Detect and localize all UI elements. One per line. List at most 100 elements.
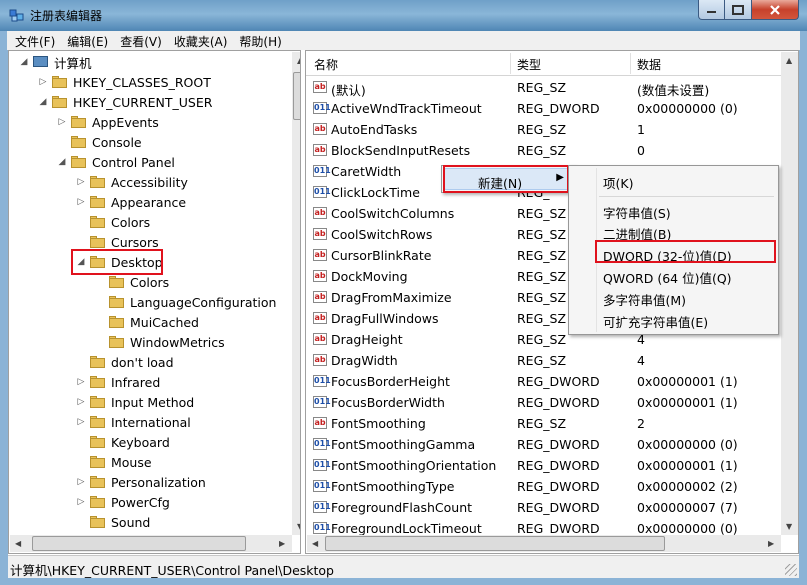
tree-node-colors[interactable]: Colors bbox=[76, 212, 152, 232]
list-header: 名称 类型 数据 bbox=[306, 51, 781, 76]
tree-node-keyboard[interactable]: Keyboard bbox=[76, 432, 172, 452]
scroll-left-icon[interactable]: ◀ bbox=[15, 539, 21, 548]
column-header-type[interactable]: 类型 bbox=[517, 56, 541, 73]
key-tree-pane[interactable]: ◢ 计算机 ▷ HKEY_CLASSES_ROOT ◢ HKEY_CURRENT… bbox=[8, 50, 301, 554]
table-row[interactable]: ab DragWidth REG_SZ 4 bbox=[306, 350, 781, 371]
list-horizontal-scrollbar[interactable]: ◀ ▶ bbox=[307, 535, 781, 552]
cell-type: REG_SZ bbox=[517, 311, 567, 326]
table-row[interactable]: ab BlockSendInputResets REG_SZ 0 bbox=[306, 140, 781, 161]
collapse-icon[interactable]: ◢ bbox=[38, 97, 48, 107]
tree-node-languageconfiguration[interactable]: LanguageConfiguration bbox=[95, 292, 278, 312]
menu-help[interactable]: 帮助(H) bbox=[233, 31, 287, 50]
expand-icon[interactable]: ▷ bbox=[76, 497, 86, 507]
menu-favorites[interactable]: 收藏夹(A) bbox=[168, 31, 234, 50]
column-header-data[interactable]: 数据 bbox=[637, 56, 661, 73]
expand-icon[interactable]: ▷ bbox=[76, 397, 86, 407]
cell-data: 0x00000007 (7) bbox=[637, 500, 738, 515]
folder-icon bbox=[90, 196, 105, 208]
expand-icon[interactable]: ▷ bbox=[76, 177, 86, 187]
cell-data: 0x00000000 (0) bbox=[637, 437, 738, 452]
tree-node-dont-load[interactable]: don't load bbox=[76, 352, 176, 372]
scroll-down-icon[interactable]: ▼ bbox=[297, 522, 300, 531]
tree-node-sound[interactable]: Sound bbox=[76, 512, 152, 532]
collapse-icon[interactable]: ◢ bbox=[57, 157, 67, 167]
scroll-right-icon[interactable]: ▶ bbox=[768, 539, 774, 548]
table-row[interactable]: 011 FontSmoothingType REG_DWORD 0x00000002 … bbox=[306, 476, 781, 497]
scroll-up-icon[interactable]: ▲ bbox=[786, 56, 792, 65]
tree-node-appearance[interactable]: ▷ Appearance bbox=[76, 192, 188, 212]
table-row[interactable]: 011 FontSmoothingOrientation REG_DWORD 0x00… bbox=[306, 455, 781, 476]
title-bar[interactable]: 注册表编辑器 bbox=[0, 0, 807, 31]
scroll-thumb[interactable] bbox=[325, 536, 665, 551]
tree-node-personalization[interactable]: ▷ Personalization bbox=[76, 472, 208, 492]
expand-icon[interactable]: ▷ bbox=[76, 377, 86, 387]
menu-file[interactable]: 文件(F) bbox=[9, 31, 61, 50]
maximize-icon bbox=[732, 4, 744, 15]
maximize-button[interactable] bbox=[725, 0, 752, 20]
cell-name: (默认) bbox=[331, 83, 366, 98]
expand-icon[interactable]: ▷ bbox=[76, 477, 86, 487]
tree-vertical-scrollbar[interactable]: ▲ ▼ bbox=[292, 52, 300, 535]
menu-view[interactable]: 查看(V) bbox=[114, 31, 168, 50]
table-row[interactable]: 011 ForegroundFlashCount REG_DWORD 0x000000… bbox=[306, 497, 781, 518]
scroll-down-icon[interactable]: ▼ bbox=[786, 522, 792, 531]
expand-icon[interactable]: ▷ bbox=[76, 417, 86, 427]
column-header-name[interactable]: 名称 bbox=[314, 56, 338, 73]
scroll-up-icon[interactable]: ▲ bbox=[297, 56, 300, 65]
tree-node-muicached[interactable]: MuiCached bbox=[95, 312, 201, 332]
scroll-right-icon[interactable]: ▶ bbox=[279, 539, 285, 548]
tree-node-hkcu[interactable]: ◢ HKEY_CURRENT_USER bbox=[38, 92, 214, 112]
scroll-left-icon[interactable]: ◀ bbox=[312, 539, 318, 548]
scroll-thumb[interactable] bbox=[293, 72, 300, 120]
cell-name: DragWidth bbox=[331, 353, 398, 368]
tree-node-powercfg[interactable]: ▷ PowerCfg bbox=[76, 492, 172, 512]
cell-type: REG_DWORD bbox=[517, 395, 600, 410]
table-row[interactable]: ab (默认) REG_SZ (数值未设置) bbox=[306, 77, 781, 98]
tree-node-windowmetrics[interactable]: WindowMetrics bbox=[95, 332, 227, 352]
tree-node-infrared[interactable]: ▷ Infrared bbox=[76, 372, 162, 392]
table-row[interactable]: ab AutoEndTasks REG_SZ 1 bbox=[306, 119, 781, 140]
minimize-button[interactable] bbox=[698, 0, 725, 20]
table-row[interactable]: ab FontSmoothing REG_SZ 2 bbox=[306, 413, 781, 434]
tree-node-console[interactable]: Console bbox=[57, 132, 144, 152]
dword-highlight-box bbox=[595, 240, 776, 263]
expand-icon[interactable]: ▷ bbox=[38, 77, 48, 87]
table-row[interactable]: 011 FocusBorderWidth REG_DWORD 0x00000001 (… bbox=[306, 392, 781, 413]
status-bar: 计算机\HKEY_CURRENT_USER\Control Panel\Desk… bbox=[8, 555, 799, 578]
string-value-icon: ab bbox=[313, 312, 327, 324]
tree-node-control-panel[interactable]: ◢ Control Panel bbox=[57, 152, 177, 172]
scroll-thumb[interactable] bbox=[32, 536, 246, 551]
list-vertical-scrollbar[interactable]: ▲ ▼ bbox=[781, 52, 798, 535]
expand-icon[interactable]: ▷ bbox=[57, 117, 67, 127]
cell-name: FontSmoothingOrientation bbox=[331, 458, 497, 473]
tree-node-hkcr[interactable]: ▷ HKEY_CLASSES_ROOT bbox=[38, 72, 213, 92]
menu-edit[interactable]: 编辑(E) bbox=[61, 31, 114, 50]
menu-item-key[interactable]: 项(K) bbox=[571, 170, 776, 191]
binary-value-icon: 011 bbox=[313, 480, 331, 492]
folder-icon bbox=[109, 336, 124, 348]
tree-node-international[interactable]: ▷ International bbox=[76, 412, 193, 432]
tree-node-accessibility[interactable]: ▷ Accessibility bbox=[76, 172, 190, 192]
cell-type: REG_SZ bbox=[517, 206, 567, 221]
window-title: 注册表编辑器 bbox=[30, 9, 103, 23]
tree-node-input-method[interactable]: ▷ Input Method bbox=[76, 392, 196, 412]
menu-item-multi-string-value[interactable]: 多字符串值(M) bbox=[571, 287, 776, 308]
resize-grip-icon[interactable] bbox=[785, 564, 797, 576]
table-row[interactable]: 011 FontSmoothingGamma REG_DWORD 0x00000000… bbox=[306, 434, 781, 455]
cell-name: FontSmoothing bbox=[331, 416, 426, 431]
tree-node-appevents[interactable]: ▷ AppEvents bbox=[57, 112, 161, 132]
menu-item-qword-value[interactable]: QWORD (64 位)值(Q) bbox=[571, 265, 776, 286]
cell-data: 0x00000001 (1) bbox=[637, 395, 738, 410]
tree-node-mouse[interactable]: Mouse bbox=[76, 452, 154, 472]
menu-item-expandable-string-value[interactable]: 可扩充字符串值(E) bbox=[571, 309, 776, 330]
menu-item-binary-value[interactable]: 二进制值(B) bbox=[571, 221, 776, 242]
collapse-icon[interactable]: ◢ bbox=[19, 57, 29, 67]
table-row[interactable]: 011 FocusBorderHeight REG_DWORD 0x00000001 … bbox=[306, 371, 781, 392]
tree-node-desktop-colors[interactable]: Colors bbox=[95, 272, 171, 292]
tree-horizontal-scrollbar[interactable]: ◀ ▶ bbox=[10, 535, 292, 552]
close-button[interactable] bbox=[752, 0, 799, 20]
table-row[interactable]: 011 ActiveWndTrackTimeout REG_DWORD 0x00000… bbox=[306, 98, 781, 119]
tree-node-computer[interactable]: ◢ 计算机 bbox=[19, 52, 94, 72]
menu-item-string-value[interactable]: 字符串值(S) bbox=[571, 200, 776, 221]
expand-icon[interactable]: ▷ bbox=[76, 197, 86, 207]
